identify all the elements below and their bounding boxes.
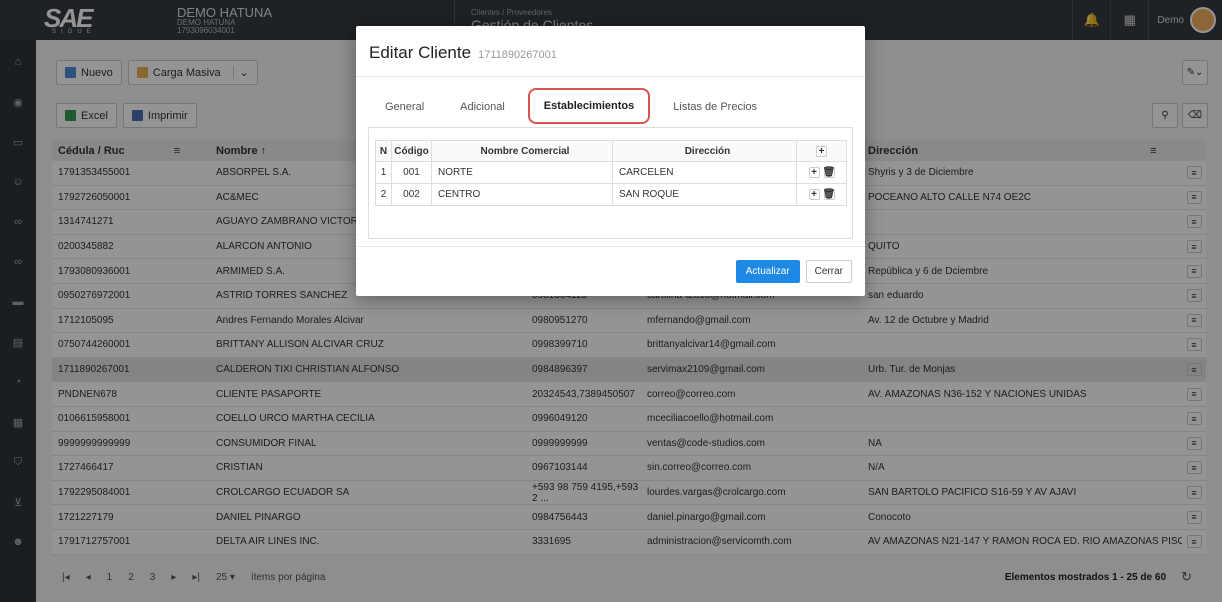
establishment-row: 2 002 CENTRO SAN ROQUE + 🗑 [375, 184, 847, 206]
trash-icon[interactable]: 🗑 [823, 167, 835, 178]
modal-header: Editar Cliente 1711890267001 [356, 26, 865, 77]
est-cell-addr: CARCELEN [613, 162, 797, 183]
trash-icon[interactable]: 🗑 [823, 189, 835, 200]
update-button[interactable]: Actualizar [735, 260, 800, 283]
est-cell-addr: SAN ROQUE [613, 184, 797, 205]
header-commercial-name: Nombre Comercial [432, 141, 613, 161]
establishments-body: 1 001 NORTE CARCELEN + 🗑 2 002 CENTRO SAN ROQUE + 🗑 [375, 162, 847, 206]
modal-title: Editar Cliente [369, 43, 472, 62]
establishments-table: N Código Nombre Comercial Dirección + 10… [375, 140, 847, 206]
tab-listas-de-precios[interactable]: Listas de Precios [660, 91, 770, 123]
header-code: Código [392, 141, 432, 161]
add-establishment-button[interactable]: + [816, 145, 827, 157]
close-button[interactable]: Cerrar [805, 260, 852, 283]
establishments-header: N Código Nombre Comercial Dirección + [375, 140, 847, 162]
edit-client-modal: Editar Cliente 1711890267001 General Adi… [356, 26, 865, 296]
est-cell-name: NORTE [432, 162, 613, 183]
est-cell-name: CENTRO [432, 184, 613, 205]
est-cell-code: 002 [392, 184, 432, 205]
establishment-row: 1 001 NORTE CARCELEN + 🗑 [375, 162, 847, 184]
tab-general[interactable]: General [372, 91, 437, 123]
establishments-panel: N Código Nombre Comercial Dirección + 10… [368, 127, 853, 239]
add-row-button[interactable]: + [808, 167, 820, 178]
modal-footer: Actualizar Cerrar [356, 246, 865, 296]
est-cell-code: 001 [392, 162, 432, 183]
modal-tabs: General Adicional Establecimientos Lista… [356, 88, 865, 127]
header-n: N [376, 141, 392, 161]
add-row-button[interactable]: + [808, 189, 820, 200]
modal-client-id: 1711890267001 [478, 49, 557, 61]
tab-adicional[interactable]: Adicional [447, 91, 518, 123]
header-address: Dirección [613, 141, 797, 161]
tab-establecimientos[interactable]: Establecimientos [527, 88, 651, 124]
est-cell-n: 1 [376, 162, 392, 183]
est-cell-n: 2 [376, 184, 392, 205]
